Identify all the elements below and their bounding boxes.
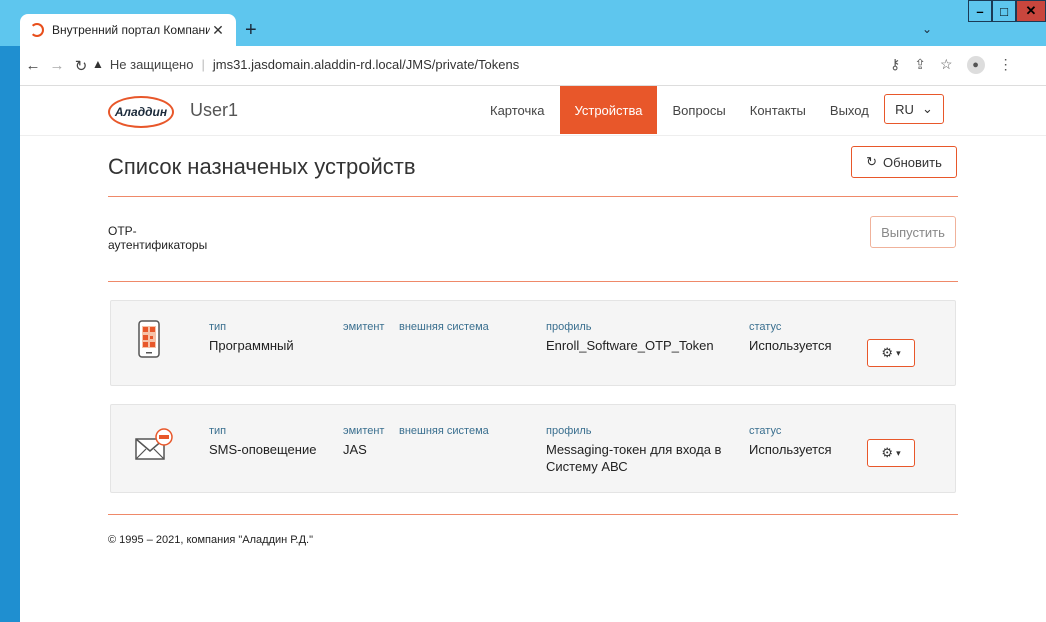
profile-avatar-icon[interactable]: ● [966, 56, 985, 74]
issuer-value: JAS [343, 442, 367, 457]
url-separator: | [201, 56, 205, 72]
page: Аладдин User1 Карточка Устройства Вопрос… [20, 86, 1046, 622]
status-field: статус Используется [749, 425, 832, 458]
device-card: тип Программный эмитент внешняя система … [110, 300, 956, 386]
gear-icon: ⚙ [881, 445, 894, 460]
caret-down-icon: ▾ [896, 447, 901, 458]
profile-label: профиль [546, 425, 592, 437]
minimize-button[interactable]: – [968, 0, 992, 22]
otp-section-label: OTP- аутентификаторы [108, 224, 228, 252]
external-label: внешняя система [399, 321, 489, 333]
nav-devices[interactable]: Устройства [560, 86, 657, 134]
username: User1 [190, 100, 239, 120]
maximize-button[interactable]: □ [992, 0, 1016, 22]
device-actions-button[interactable]: ⚙ ▾ [867, 339, 915, 367]
divider [108, 196, 958, 197]
type-field: тип Программный [209, 321, 294, 354]
aladdin-logo[interactable]: Аладдин [108, 96, 174, 128]
gear-icon: ⚙ [881, 345, 894, 360]
url-field[interactable]: ▲ Не защищено | jms31.jasdomain.aladdin-… [92, 50, 880, 78]
issuer-label: эмитент [343, 321, 385, 333]
type-label: тип [209, 321, 227, 333]
refresh-button[interactable]: ↻ Обновить [851, 146, 957, 178]
forward-icon[interactable]: → [46, 57, 68, 74]
new-tab-button[interactable]: + [245, 20, 257, 40]
close-tab-icon[interactable]: ✕ [210, 22, 226, 39]
star-icon[interactable]: ☆ [940, 56, 953, 74]
warning-icon: ▲ [92, 57, 104, 71]
favicon-icon [30, 23, 44, 37]
caret-down-icon: ▾ [896, 347, 901, 358]
qr-phone-icon [138, 320, 160, 358]
external-field: внешняя система [399, 321, 489, 337]
device-card: тип SMS-оповещение эмитент JAS внешняя с… [110, 404, 956, 493]
issue-button[interactable]: Выпустить [870, 216, 956, 248]
profile-value: Enroll_Software_OTP_Token [546, 338, 714, 353]
nav-logout[interactable]: Выход [818, 86, 881, 134]
status-value: Используется [749, 338, 832, 353]
kebab-menu-icon[interactable]: ⋮ [999, 56, 1013, 74]
type-value: SMS-оповещение [209, 442, 317, 457]
issuer-field: эмитент JAS [343, 425, 384, 458]
chevron-down-icon: ⌄ [921, 101, 933, 116]
sms-envelope-icon [135, 428, 173, 460]
status-label: статус [749, 321, 782, 333]
language-value: RU [895, 101, 914, 117]
key-icon[interactable]: ⚷ [890, 56, 900, 74]
type-label: тип [209, 425, 227, 437]
not-secure-label: Не защищено [109, 56, 194, 72]
issuer-label: эмитент [343, 425, 385, 437]
tab-title: Внутренний портал Компании [52, 23, 210, 37]
site-header: Аладдин User1 Карточка Устройства Вопрос… [20, 86, 1046, 136]
profile-field: профиль Enroll_Software_OTP_Token [546, 321, 736, 354]
divider [108, 514, 958, 515]
device-actions-button[interactable]: ⚙ ▾ [867, 439, 915, 467]
close-window-button[interactable]: ✕ [1016, 0, 1046, 22]
status-label: статус [749, 425, 782, 437]
refresh-label: Обновить [883, 154, 942, 170]
nav-questions[interactable]: Вопросы [661, 86, 738, 134]
type-field: тип SMS-оповещение [209, 425, 316, 458]
issuer-field: эмитент [343, 321, 384, 337]
copyright: © 1995 – 2021, компания "Аладдин Р.Д." [108, 534, 313, 546]
status-value: Используется [749, 442, 832, 457]
share-icon[interactable]: ⇪ [914, 56, 926, 74]
external-field: внешняя система [399, 425, 489, 441]
nav-card[interactable]: Карточка [478, 86, 556, 134]
nav-contacts[interactable]: Контакты [738, 86, 818, 134]
address-bar-icons: ⚷ ⇪ ☆ ● ⋮ [890, 56, 1013, 74]
main-nav: Карточка Устройства Вопросы Контакты Вых… [478, 86, 881, 134]
reload-icon[interactable]: ↻ [70, 57, 92, 75]
status-field: статус Используется [749, 321, 832, 354]
refresh-icon: ↻ [866, 154, 878, 169]
divider [108, 281, 958, 282]
page-title: Список назначеных устройств [108, 154, 416, 179]
language-select[interactable]: RU ⌄ [884, 94, 944, 124]
profile-label: профиль [546, 321, 592, 333]
address-bar: ← → ↻ ▲ Не защищено | jms31.jasdomain.al… [20, 46, 1046, 86]
chevron-down-icon[interactable]: ⌄ [922, 22, 932, 36]
profile-field: профиль Messaging-токен для входа в Сист… [546, 425, 736, 475]
type-value: Программный [209, 338, 294, 353]
back-icon[interactable]: ← [22, 57, 44, 74]
external-label: внешняя система [399, 425, 489, 437]
browser-titlebar: Внутренний портал Компании ✕ + ⌄ – □ ✕ [0, 0, 1046, 46]
otp-label-text: OTP- аутентификаторы [108, 224, 208, 252]
url-text: jms31.jasdomain.aladdin-rd.local/JMS/pri… [212, 56, 520, 72]
profile-value: Messaging-токен для входа в Систему АВС [546, 442, 722, 474]
browser-tab[interactable]: Внутренний портал Компании ✕ [20, 14, 236, 46]
